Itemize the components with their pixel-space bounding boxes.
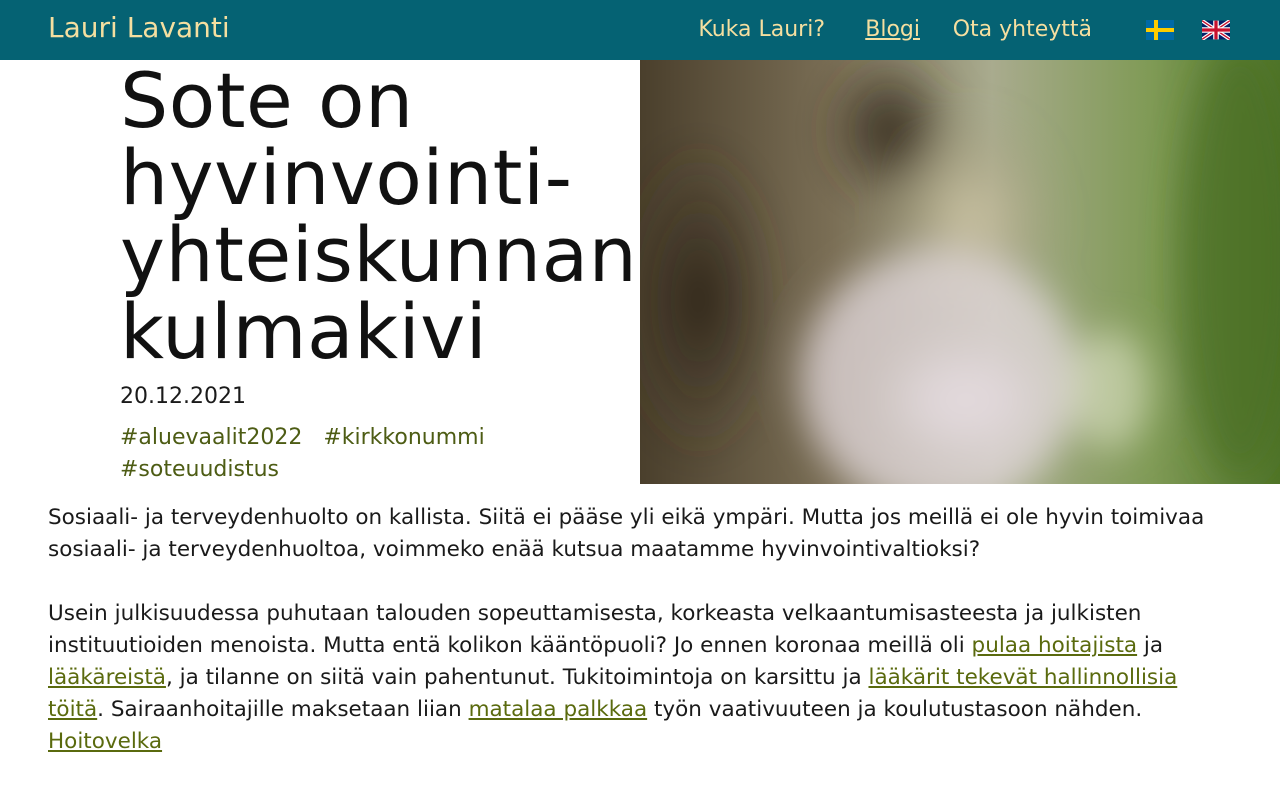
link-nurse-shortage[interactable]: pulaa hoitajista (972, 633, 1138, 658)
article-text: ja (1137, 633, 1164, 658)
article-text: . Sairaanhoitajille maksetaan liian (97, 697, 469, 722)
article-paragraph: Usein julkisuudessa puhutaan talouden so… (48, 598, 1238, 758)
nav-link-blog[interactable]: Blogi (865, 16, 920, 44)
link-care-debt[interactable]: Hoitovelka (48, 729, 162, 754)
uk-flag-icon[interactable] (1200, 19, 1232, 41)
post-title-line: kulmakivi (120, 287, 488, 376)
post-tags: #aluevaalit2022 #kirkkonummi #soteuudist… (120, 422, 620, 486)
site-brand-link[interactable]: Lauri Lavanti (48, 12, 230, 44)
article-body: Sosiaali- ja terveydenhuolto on kallista… (48, 502, 1238, 790)
article-text: , ja tilanne on siitä vain pahentunut. T… (165, 665, 869, 690)
post-title-line: Sote on (120, 56, 414, 145)
tag-link[interactable]: #kirkkonummi (323, 425, 484, 450)
post-title: Sote on hyvinvointi- yhteiskunnan kulmak… (120, 62, 680, 370)
swedish-flag-icon[interactable] (1146, 20, 1174, 40)
article-paragraph: Sosiaali- ja terveydenhuolto on kallista… (48, 505, 1205, 562)
nav-link-about[interactable]: Kuka Lauri? (698, 16, 825, 44)
article-text: työn vaativuuteen ja koulutustasoon nähd… (647, 697, 1143, 722)
link-low-pay[interactable]: matalaa palkkaa (469, 697, 648, 722)
nav-link-contact[interactable]: Ota yhteyttä (953, 16, 1092, 44)
tag-link[interactable]: #aluevaalit2022 (120, 425, 302, 450)
post-title-line: hyvinvointi- (120, 133, 573, 222)
post-title-line: yhteiskunnan (120, 210, 638, 299)
post-date: 20.12.2021 (120, 384, 246, 409)
tag-link[interactable]: #soteuudistus (120, 457, 279, 482)
link-doctor-shortage[interactable]: lääkäreistä (48, 665, 166, 690)
hero-image (640, 60, 1280, 484)
site-header: Lauri Lavanti Kuka Lauri? Blogi Ota yhte… (0, 0, 1280, 60)
